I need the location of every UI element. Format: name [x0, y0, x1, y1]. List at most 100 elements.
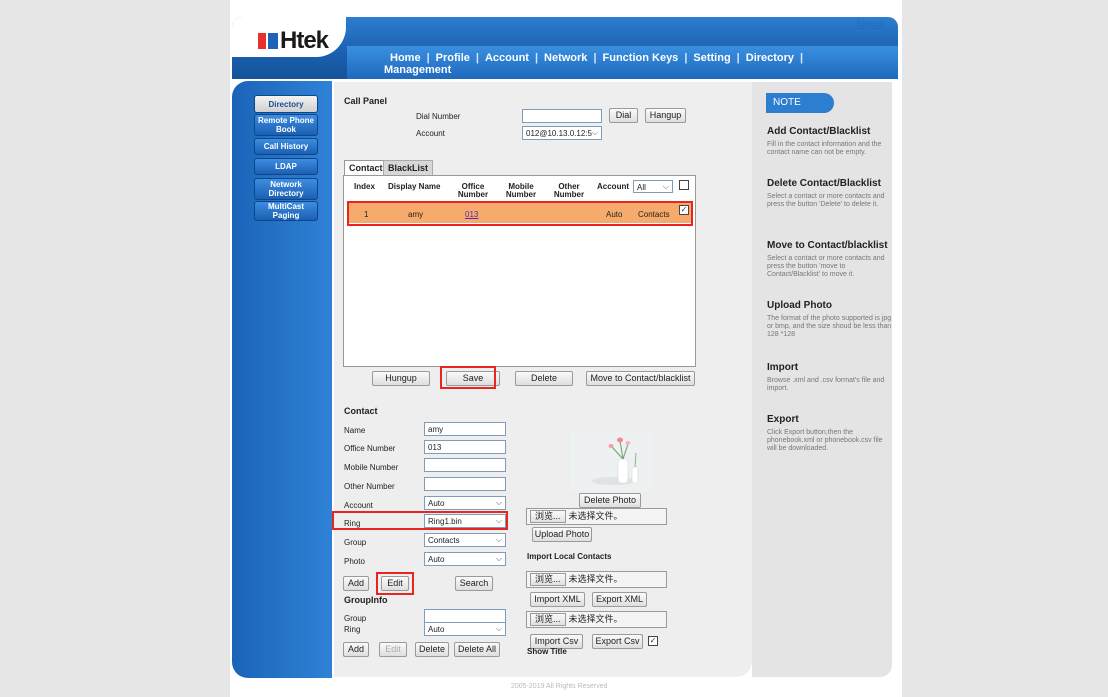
call-account-value: 012@10.13.0.12:5 — [526, 129, 592, 138]
delete-photo-button[interactable]: Delete Photo — [579, 493, 641, 508]
photo-select-value: Auto — [428, 555, 445, 564]
note-badge: NOTE — [766, 93, 834, 113]
note-upload-title: Upload Photo — [767, 300, 832, 311]
dial-button[interactable]: Dial — [609, 108, 638, 123]
note-upload-text: The format of the photo supported is jpg… — [767, 315, 892, 338]
mobile-number-input[interactable] — [424, 458, 506, 472]
column-office-number: Office Number — [457, 182, 489, 199]
chevron-down-icon: ⌵ — [495, 624, 502, 633]
note-export-title: Export — [767, 414, 799, 425]
save-annotation — [440, 366, 496, 389]
photo-file-input[interactable]: 浏览... 未选择文件。 — [526, 508, 667, 525]
note-delete-text: Select a contact or more contacts and pr… — [767, 193, 885, 208]
export-xml-button[interactable]: Export XML — [592, 592, 647, 607]
chevron-down-icon: ⌵ — [591, 128, 598, 137]
nav-profile[interactable]: Profile — [430, 52, 476, 64]
sidebar-item-directory[interactable]: Directory — [254, 95, 318, 113]
column-mobile-number: Mobile Number — [505, 182, 537, 199]
sidebar-item-remote-phone-book[interactable]: Remote Phone Book — [254, 114, 318, 136]
groupinfo-group-input[interactable] — [424, 609, 506, 623]
column-other-number: Other Number — [553, 182, 585, 199]
header-bar — [232, 17, 898, 79]
other-number-input[interactable] — [424, 477, 506, 491]
note-add-title: Add Contact/Blacklist — [767, 126, 871, 137]
photo-browse-button[interactable]: 浏览... — [530, 510, 566, 523]
group-select-value: Contacts — [428, 536, 460, 545]
dial-number-label: Dial Number — [416, 112, 461, 121]
groupinfo-add-button[interactable]: Add — [343, 642, 369, 657]
nav-management[interactable]: Management — [384, 64, 451, 76]
sidebar-item-network-directory[interactable]: Network Directory — [254, 178, 318, 200]
xml-no-file-text: 未选择文件。 — [568, 574, 623, 584]
account-label: Account — [416, 129, 445, 138]
mobile-number-label: Mobile Number — [344, 463, 399, 472]
sidebar-item-ldap[interactable]: LDAP — [254, 158, 318, 175]
group-select[interactable]: Contacts ⌵ — [424, 533, 506, 547]
name-input[interactable]: amy — [424, 422, 506, 436]
photo-select[interactable]: Auto ⌵ — [424, 552, 506, 566]
xml-file-input[interactable]: 浏览... 未选择文件。 — [526, 571, 667, 588]
chevron-down-icon: ⌵ — [495, 554, 502, 563]
select-all-checkbox[interactable] — [679, 180, 689, 190]
csv-browse-button[interactable]: 浏览... — [530, 613, 566, 626]
tab-contact[interactable]: Contact — [344, 160, 388, 176]
csv-no-file-text: 未选择文件。 — [568, 614, 623, 624]
group-label: Group — [344, 538, 367, 547]
account-select[interactable]: Auto ⌵ — [424, 496, 506, 510]
search-button[interactable]: Search — [455, 576, 493, 591]
groupinfo-ring-label: Ring — [344, 625, 361, 634]
hangup-button[interactable]: Hangup — [645, 108, 686, 123]
account-filter-value: All — [637, 183, 646, 192]
logout-link[interactable]: logout — [857, 19, 884, 30]
tab-blacklist[interactable]: BlackList — [383, 160, 434, 176]
nav-setting[interactable]: Setting — [687, 52, 736, 64]
column-display-name: Display Name — [388, 182, 441, 191]
call-panel-title: Call Panel — [344, 96, 388, 106]
nav-network[interactable]: Network — [538, 52, 593, 64]
dial-number-input[interactable] — [522, 109, 602, 123]
sidebar-item-multicast-paging[interactable]: MultiCast Paging — [254, 201, 318, 221]
nav-function-keys[interactable]: Function Keys — [597, 52, 685, 64]
sidebar-item-call-history[interactable]: Call History — [254, 138, 318, 155]
groupinfo-group-label: Group — [344, 614, 367, 623]
chevron-down-icon: ⌵ — [495, 498, 502, 507]
note-move-title: Move to Contact/blacklist — [767, 240, 888, 251]
chevron-down-icon: ⌵ — [495, 535, 502, 544]
groupinfo-delete-all-button[interactable]: Delete All — [454, 642, 500, 657]
nav-account[interactable]: Account — [479, 52, 535, 64]
call-account-select[interactable]: 012@10.13.0.12:5 ⌵ — [522, 126, 602, 140]
hungup-button[interactable]: Hungup — [372, 371, 430, 386]
groupinfo-delete-button[interactable]: Delete — [415, 642, 449, 657]
show-title-checkbox[interactable]: ✓ — [648, 636, 658, 646]
groupinfo-ring-value: Auto — [428, 625, 445, 634]
xml-browse-button[interactable]: 浏览... — [530, 573, 566, 586]
note-delete-title: Delete Contact/Blacklist — [767, 178, 881, 189]
office-number-label: Office Number — [344, 444, 396, 453]
main-nav: Home | Profile | Account | Network | Functio… — [384, 52, 803, 64]
groupinfo-ring-select[interactable]: Auto ⌵ — [424, 622, 506, 636]
delete-button[interactable]: Delete — [515, 371, 573, 386]
photo-label: Photo — [344, 557, 365, 566]
groupinfo-title: GroupInfo — [344, 595, 388, 605]
account-filter-select[interactable]: All ⌵ — [633, 180, 673, 193]
move-to-contact-blacklist-button[interactable]: Move to Contact/blacklist — [586, 371, 695, 386]
nav-home[interactable]: Home — [384, 52, 427, 64]
groupinfo-edit-button[interactable]: Edit — [379, 642, 407, 657]
footer-copyright: 2005-2019 All Rights Reserved — [511, 683, 608, 690]
name-label: Name — [344, 426, 366, 435]
nav-directory[interactable]: Directory — [740, 52, 800, 64]
contact-photo — [570, 431, 652, 491]
upload-photo-button[interactable]: Upload Photo — [532, 527, 592, 542]
import-xml-button[interactable]: Import XML — [530, 592, 585, 607]
logo-mark-icon — [258, 33, 278, 49]
contact-form-title: Contact — [344, 406, 378, 416]
note-import-title: Import — [767, 362, 799, 373]
note-add-text: Fill in the contact information and the … — [767, 141, 882, 156]
other-number-label: Other Number — [344, 482, 395, 491]
column-index: Index — [354, 182, 375, 191]
export-csv-button[interactable]: Export Csv — [592, 634, 643, 649]
chevron-down-icon: ⌵ — [662, 182, 669, 191]
add-contact-button[interactable]: Add — [343, 576, 369, 591]
csv-file-input[interactable]: 浏览... 未选择文件。 — [526, 611, 667, 628]
office-number-input[interactable]: 013 — [424, 440, 506, 454]
